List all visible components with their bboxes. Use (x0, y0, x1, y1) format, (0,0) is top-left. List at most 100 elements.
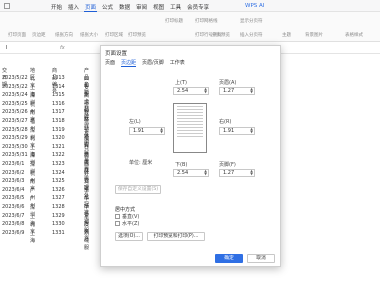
ribbon-theme[interactable]: 主题 (282, 32, 291, 38)
tab-sheet[interactable]: 工作表 (170, 59, 185, 67)
table-cell[interactable]: 1318 (52, 118, 65, 124)
table-cell[interactable]: 2023/6/2 (2, 170, 24, 176)
tab-margins[interactable]: 页边距 (121, 59, 137, 67)
bottom-margin-input[interactable]: 2.54 ▲ ▼ (173, 169, 209, 177)
menu-page[interactable]: 页面 (84, 3, 98, 12)
bottom-value: 2.54 (177, 170, 189, 176)
menu-member[interactable]: 会员专享 (186, 3, 210, 12)
menu-data[interactable]: 数据 (118, 3, 131, 12)
margin-preview (173, 103, 207, 153)
ribbon-show-breaks[interactable]: 显示分页符 (240, 18, 263, 24)
ribbon-orientation[interactable]: 纸张方向 (55, 32, 73, 38)
ribbon-paper-size[interactable]: 纸张大小 (80, 32, 98, 38)
tab-page[interactable]: 页面 (105, 59, 115, 67)
tab-header-footer[interactable]: 页眉/页脚 (142, 59, 164, 67)
table-cell[interactable]: 1314 (52, 84, 65, 90)
table-cell[interactable]: 1327 (52, 195, 65, 201)
spin-arrows-icon[interactable]: ▲ ▼ (160, 127, 163, 134)
table-cell[interactable]: 上海 (30, 230, 35, 244)
print-preview-button[interactable]: 打印预览和打印(P)... (147, 232, 205, 241)
spin-arrows-icon[interactable]: ▲ ▼ (250, 127, 253, 134)
options-button[interactable]: 选项(O)... (115, 232, 143, 241)
table-cell[interactable]: 2023/6/7 (2, 213, 24, 219)
header-margin-input[interactable]: 1.27 ▲ ▼ (219, 87, 255, 95)
table-cell[interactable]: 1317 (52, 109, 65, 115)
table-cell[interactable]: 2023/5/26 (2, 109, 28, 115)
table-cell[interactable]: 1329 (52, 213, 65, 219)
spin-arrows-icon[interactable]: ▲ ▼ (250, 169, 253, 176)
table-cell[interactable]: 2023/5/31 (2, 152, 28, 158)
spin-arrows-icon[interactable]: ▲ ▼ (204, 169, 207, 176)
table-cell[interactable]: 2023/6/4 (2, 187, 24, 193)
spin-arrows-icon[interactable]: ▲ ▼ (204, 87, 207, 94)
wps-ai-label[interactable]: WPS AI (245, 3, 264, 9)
table-cell[interactable]: 2023/6/6 (2, 204, 24, 210)
table-cell[interactable]: 1323 (52, 161, 65, 167)
center-vertical-label: 垂直(V) (122, 214, 140, 220)
center-title: 居中方式 (115, 207, 136, 213)
menu-formula[interactable]: 公式 (101, 3, 114, 12)
footer-value: 1.27 (223, 170, 235, 176)
table-cell[interactable]: 1331 (52, 230, 65, 236)
table-cell[interactable]: 1328 (52, 204, 65, 210)
menu-review[interactable]: 审阅 (135, 3, 148, 12)
menu-view[interactable]: 视图 (152, 3, 165, 12)
table-cell[interactable]: 2023/5/28 (2, 127, 28, 133)
table-cell[interactable]: 2023/6/8 (2, 221, 24, 227)
ribbon-print-titles[interactable]: 打印标题 (165, 18, 183, 24)
fx-icon[interactable]: fx (60, 45, 65, 51)
ribbon-table-style[interactable]: 表格样式 (345, 32, 363, 38)
ok-button[interactable]: 确定 (215, 254, 243, 263)
center-horizontal-checkbox[interactable] (115, 221, 120, 226)
table-cell[interactable]: 2023/5/30 (2, 144, 28, 150)
table-cell[interactable]: 1324 (52, 170, 65, 176)
table-cell[interactable]: 1319 (52, 127, 65, 133)
table-cell[interactable]: 1320 (52, 135, 65, 141)
right-margin-input[interactable]: 1.91 ▲ ▼ (219, 127, 255, 135)
table-cell[interactable]: 2023/5/22 (2, 84, 28, 90)
spin-arrows-icon[interactable]: ▲ ▼ (250, 87, 253, 94)
footer-label: 页脚(F) (219, 162, 236, 168)
footer-margin-input[interactable]: 1.27 ▲ ▼ (219, 169, 255, 177)
menu-insert[interactable]: 插入 (67, 3, 80, 12)
table-cell[interactable]: 2023/5/22 (2, 75, 28, 81)
cancel-button[interactable]: 取消 (247, 254, 275, 263)
table-cell[interactable]: 1316 (52, 101, 65, 107)
left-value: 1.91 (133, 128, 145, 134)
table-cell[interactable]: 1313 (52, 75, 65, 81)
table-cell[interactable]: 2023/5/27 (2, 118, 28, 124)
table-cell[interactable]: 2023/6/3 (2, 178, 24, 184)
ribbon-background[interactable]: 背景图片 (305, 32, 323, 38)
table-cell[interactable]: 2023/6/5 (2, 195, 24, 201)
center-vertical-checkbox[interactable] (115, 214, 120, 219)
ribbon-print-page[interactable]: 打印页面 (8, 32, 26, 38)
table-cell[interactable]: 1325 (52, 178, 65, 184)
table-cell[interactable]: 1330 (52, 221, 65, 227)
menu-tools[interactable]: 工具 (169, 3, 182, 12)
cell-name-box[interactable]: I (6, 45, 7, 51)
table-cell[interactable]: 2023/5/24 (2, 92, 28, 98)
table-cell[interactable]: 1326 (52, 187, 65, 193)
table-cell[interactable]: 羽绒服 (84, 230, 89, 251)
save-custom-button[interactable]: 保存自定义设置(S) (115, 185, 161, 194)
table-cell[interactable]: 1315 (52, 92, 65, 98)
ribbon-break-preview[interactable]: 分页预览 (212, 32, 230, 38)
top-margin-input[interactable]: 2.54 ▲ ▼ (173, 87, 209, 95)
table-cell[interactable]: 2023/6/1 (2, 161, 24, 167)
left-margin-input[interactable]: 1.91 ▲ ▼ (129, 127, 165, 135)
home-icon[interactable] (4, 3, 10, 9)
ribbon-print-area[interactable]: 打印区域 (105, 32, 123, 38)
table-cell[interactable]: 2023/5/25 (2, 101, 28, 107)
table-cell[interactable]: 1321 (52, 144, 65, 150)
dialog-title: 页面设置 (105, 51, 128, 57)
ribbon-insert-break[interactable]: 插入分页符 (240, 32, 263, 38)
ribbon-print-preview[interactable]: 打印预览 (128, 32, 146, 38)
table-cell[interactable]: 1322 (52, 152, 65, 158)
ribbon-margins[interactable]: 页边距 (32, 32, 46, 38)
table-cell[interactable]: 2023/5/29 (2, 135, 28, 141)
menu-start[interactable]: 开始 (50, 3, 63, 12)
table-cell[interactable]: 2023/6/9 (2, 230, 24, 236)
dialog-tabs: 页面 页边距 页眉/页脚 工作表 (105, 59, 185, 67)
ribbon-gridlines[interactable]: 打印网格线 (195, 18, 218, 24)
unit-label: 单位: 厘米 (129, 160, 153, 166)
